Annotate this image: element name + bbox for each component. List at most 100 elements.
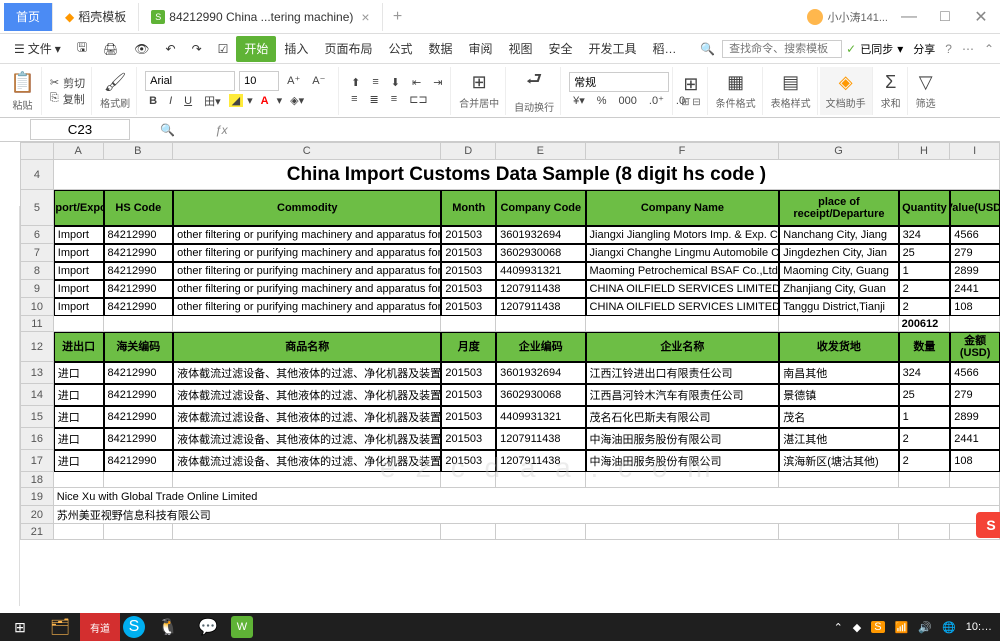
data-cell[interactable]: other filtering or purifying machinery a… [173,226,441,244]
col-header-en-0[interactable]: Import/Export [54,190,104,226]
col-header-cn-8[interactable]: 金额(USD) [950,332,1000,362]
cell[interactable] [104,524,174,540]
user-label[interactable]: 小小涛141... [807,9,888,25]
data-cell[interactable]: 84212990 [104,280,174,298]
data-cell[interactable]: 201503 [441,280,496,298]
tab-add[interactable]: + [383,8,413,26]
cell[interactable] [496,524,585,540]
data-cell[interactable]: Import [54,262,104,280]
data-cell[interactable]: 2899 [950,262,1000,280]
data-cell[interactable]: 液体截流过滤设备、其他液体的过滤、净化机器及装置 [173,406,441,428]
painter-icon[interactable]: 🖌 [104,72,127,93]
help-icon[interactable]: ? [945,42,952,56]
data-cell[interactable]: other filtering or purifying machinery a… [173,244,441,262]
col-header-cn-2[interactable]: 商品名称 [173,332,441,362]
cell[interactable] [54,472,104,488]
data-cell[interactable]: 2441 [950,280,1000,298]
data-cell[interactable]: other filtering or purifying machinery a… [173,298,441,316]
col-header-A[interactable]: A [54,142,104,160]
tray-network-icon[interactable]: 📶 [895,621,909,634]
menu-cloud[interactable]: 稻… [645,36,685,62]
cell[interactable] [899,524,951,540]
data-cell[interactable]: 201503 [441,226,496,244]
row-header-12[interactable]: 12 [20,332,54,362]
data-cell[interactable]: Jingdezhen City, Jian [779,244,898,262]
data-cell[interactable]: CHINA OILFIELD SERVICES LIMITED [586,280,780,298]
cell[interactable] [441,316,496,332]
cell[interactable] [496,316,585,332]
cell[interactable] [173,316,441,332]
row-header-14[interactable]: 14 [20,384,54,406]
menu-dev[interactable]: 开发工具 [581,36,645,62]
font-select[interactable] [145,71,235,91]
cell[interactable] [441,524,496,540]
menu-undo[interactable]: ↶ [158,36,184,62]
menu-data[interactable]: 数据 [420,36,460,62]
data-cell[interactable]: Zhanjiang City, Guan [779,280,898,298]
tab-home[interactable]: 首页 [4,3,53,31]
col-header-en-4[interactable]: Company Code [496,190,585,226]
data-cell[interactable]: 324 [899,226,951,244]
row-header-10[interactable]: 10 [20,298,54,316]
col-header-cn-1[interactable]: 海关编码 [104,332,174,362]
cell[interactable]: 200612 [899,316,951,332]
data-cell[interactable]: 滨海新区(塘沽其他) [779,450,898,472]
paste-icon[interactable]: 📋 [10,70,35,95]
data-cell[interactable]: Maoming Petrochemical BSAF Co.,Ltd [586,262,780,280]
cell[interactable] [899,472,951,488]
wrap-icon[interactable]: ⮐ [526,67,542,97]
data-cell[interactable]: 景德镇 [779,384,898,406]
data-cell[interactable]: 84212990 [104,226,174,244]
data-cell[interactable]: 3602930068 [496,244,585,262]
cell[interactable] [586,316,780,332]
data-cell[interactable]: Import [54,280,104,298]
cell[interactable] [779,472,898,488]
align-bot[interactable]: ⬇ [387,74,404,91]
cell[interactable] [104,472,174,488]
sheet-title[interactable]: China Import Customs Data Sample (8 digi… [54,160,1000,190]
footer1[interactable]: Nice Xu with Global Trade Online Limited [54,488,1000,506]
app-wps[interactable]: W [231,616,253,638]
row-header-4[interactable]: 4 [20,160,54,190]
data-cell[interactable]: 南昌其他 [779,362,898,384]
zoom-icon[interactable]: 🔍 [160,123,175,137]
data-cell[interactable]: 108 [950,450,1000,472]
row-header-21[interactable]: 21 [20,524,54,540]
data-cell[interactable]: 进口 [54,428,104,450]
col-header-en-8[interactable]: Value(USD) [950,190,1000,226]
data-cell[interactable]: 84212990 [104,298,174,316]
currency[interactable]: ¥▾ [569,92,589,109]
cell[interactable] [496,472,585,488]
data-cell[interactable]: 湛江其他 [779,428,898,450]
row-header-8[interactable]: 8 [20,262,54,280]
data-cell[interactable]: 1207911438 [496,450,585,472]
data-cell[interactable]: 2 [899,298,951,316]
sync-label[interactable]: 已同步 [860,41,893,57]
col-header-E[interactable]: E [496,142,585,160]
app-qq[interactable]: 🐧 [148,613,188,641]
data-cell[interactable]: Import [54,298,104,316]
cell[interactable] [779,316,898,332]
indent-r[interactable]: ⇥ [429,74,446,91]
data-cell[interactable]: 茂名 [779,406,898,428]
data-cell[interactable]: Maoming City, Guang [779,262,898,280]
data-cell[interactable]: 324 [899,362,951,384]
data-cell[interactable]: 84212990 [104,450,174,472]
sum-icon[interactable]: Σ [885,72,896,93]
data-cell[interactable]: 201503 [441,406,496,428]
menu-insert[interactable]: 插入 [276,36,316,62]
row-header-17[interactable]: 17 [20,450,54,472]
data-cell[interactable]: 4566 [950,226,1000,244]
data-cell[interactable]: 4409931321 [496,406,585,428]
data-cell[interactable]: 3601932694 [496,226,585,244]
tray-app1[interactable]: ◆ [853,621,861,634]
data-cell[interactable]: 1 [899,262,951,280]
cell-reference[interactable] [30,119,130,140]
data-cell[interactable]: 进口 [54,406,104,428]
dec-font[interactable]: A⁻ [308,72,329,89]
cell[interactable] [779,524,898,540]
data-cell[interactable]: 进口 [54,384,104,406]
col-header-B[interactable]: B [104,142,174,160]
data-cell[interactable]: 25 [899,384,951,406]
data-cell[interactable]: 84212990 [104,428,174,450]
